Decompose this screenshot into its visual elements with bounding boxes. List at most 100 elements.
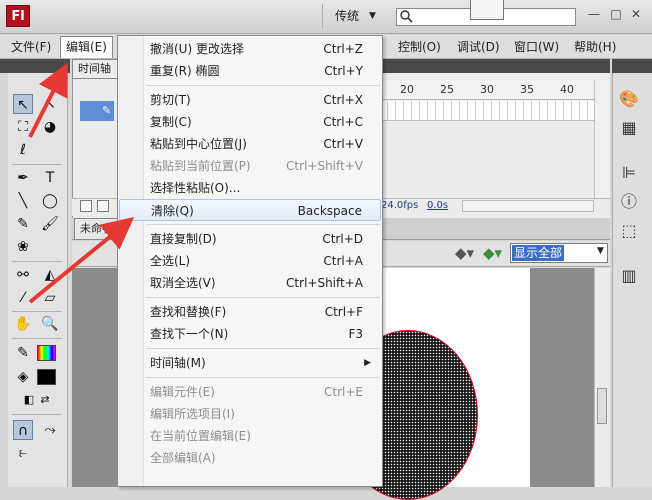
menu-item-label: 清除(Q) — [151, 204, 194, 218]
menu-item-label: 直接复制(D) — [150, 232, 217, 246]
fill-color-icon[interactable]: ◈ — [13, 367, 33, 387]
menu-item-label: 选择性粘贴(O)... — [150, 181, 241, 195]
menu-item[interactable]: 重复(R) 椭圆 Ctrl+Y — [119, 60, 381, 82]
menu-window[interactable]: 窗口(W) — [509, 37, 564, 57]
pencil-tool-icon[interactable]: ✎ — [13, 214, 33, 234]
menu-separator — [146, 224, 380, 225]
3d-rotation-tool-icon[interactable]: ◕ — [40, 117, 60, 137]
align-icon[interactable]: ⊫ — [618, 162, 640, 184]
right-panel-header — [612, 59, 652, 73]
text-tool-icon[interactable]: T — [40, 168, 60, 188]
info-icon[interactable]: ⓘ — [618, 191, 640, 213]
menu-item[interactable]: 清除(Q) Backspace — [119, 199, 381, 221]
edit-symbols-icon[interactable]: ◆▾ — [455, 244, 474, 262]
menu-file[interactable]: 文件(F) — [6, 37, 56, 57]
new-layer-icon[interactable] — [80, 200, 92, 212]
menu-separator — [146, 348, 380, 349]
timeline-tick: 35 — [520, 83, 534, 96]
menu-item[interactable]: 复制(C) Ctrl+C — [119, 111, 381, 133]
stroke-color-swatch[interactable] — [37, 345, 56, 361]
bone-tool-icon[interactable]: ⚯ — [13, 265, 33, 285]
menu-item: 粘贴到当前位置(P) Ctrl+Shift+V — [119, 155, 381, 177]
stroke-color-icon[interactable]: ✎ — [13, 343, 33, 363]
transform-icon[interactable]: ⬚ — [618, 220, 640, 242]
tools-panel-header — [0, 59, 70, 73]
straighten-icon[interactable]: ⥼ — [13, 443, 33, 463]
menu-item-label: 粘贴到当前位置(P) — [150, 159, 251, 173]
workspace-switcher[interactable]: 传统 ▼ — [322, 4, 382, 28]
paint-bucket-tool-icon[interactable]: ◭ — [40, 265, 60, 285]
color-palette-icon[interactable]: 🎨 — [618, 88, 640, 110]
menu-item[interactable]: 全选(L) Ctrl+A — [119, 250, 381, 272]
menu-item-label: 重复(R) 椭圆 — [150, 64, 220, 78]
menu-item: 编辑元件(E) Ctrl+E — [119, 381, 381, 403]
menu-item-label: 时间轴(M) — [150, 356, 206, 370]
zoom-tool-icon[interactable]: 🔍 — [40, 314, 60, 334]
menu-item[interactable]: 查找下一个(N) F3 — [119, 323, 381, 345]
tools-divider — [12, 311, 62, 312]
menu-item-shortcut: Ctrl+A — [323, 254, 363, 268]
menu-item: 在当前位置编辑(E) — [119, 425, 381, 447]
line-tool-icon[interactable]: ╲ — [13, 191, 33, 211]
swatches-grid-icon[interactable]: ▦ — [618, 117, 640, 139]
bridge-icon[interactable] — [470, 0, 504, 20]
pen-tool-icon[interactable]: ✒ — [13, 168, 33, 188]
menu-item[interactable]: 取消全选(V) Ctrl+Shift+A — [119, 272, 381, 294]
timeline-ruler: 20 25 30 35 40 — [380, 80, 594, 100]
menu-item-label: 粘贴到中心位置(J) — [150, 137, 247, 151]
menu-item-shortcut: Ctrl+D — [322, 232, 363, 246]
menu-item-shortcut: Ctrl+Y — [324, 64, 363, 78]
hand-tool-icon[interactable]: ✋ — [13, 314, 33, 334]
menu-control[interactable]: 控制(O) — [393, 37, 446, 57]
fps-readout[interactable]: 24.0fps — [381, 200, 418, 211]
flash-logo: Fl — [6, 5, 30, 27]
menu-item[interactable]: 剪切(T) Ctrl+X — [119, 89, 381, 111]
menu-item[interactable]: 选择性粘贴(O)... — [119, 177, 381, 199]
timeline-frames[interactable] — [380, 101, 594, 121]
edit-scene-icon[interactable]: ◆▾ — [483, 244, 502, 262]
elapsed-time-readout[interactable]: 0.0s — [427, 200, 448, 211]
stage-scrollbar[interactable] — [594, 268, 610, 487]
menu-item-label: 在当前位置编辑(E) — [150, 429, 251, 443]
maximize-button[interactable]: □ — [608, 6, 624, 22]
eyedropper-tool-icon[interactable]: ⁄ — [13, 288, 33, 308]
smooth-icon[interactable]: ⤳ — [40, 420, 60, 440]
new-folder-icon[interactable] — [97, 200, 109, 212]
timeline-h-scrollbar[interactable] — [462, 200, 594, 212]
snap-to-objects-icon[interactable]: ∩ — [13, 420, 33, 440]
eraser-tool-icon[interactable]: ▱ — [40, 288, 60, 308]
swap-colors-icon[interactable]: ⇄ — [35, 390, 55, 410]
menu-edit[interactable]: 编辑(E) — [60, 36, 113, 58]
brush-tool-icon[interactable]: 🖌 — [40, 214, 60, 234]
menu-help[interactable]: 帮助(H) — [569, 37, 621, 57]
close-button[interactable]: ✕ — [628, 6, 644, 22]
menu-item[interactable]: 粘贴到中心位置(J) Ctrl+V — [119, 133, 381, 155]
menu-item-label: 查找和替换(F) — [150, 305, 227, 319]
layer-row[interactable]: ✎ — [80, 101, 114, 121]
stage-scrollbar-thumb[interactable] — [597, 388, 607, 424]
menu-item-label: 编辑元件(E) — [150, 385, 215, 399]
menu-debug[interactable]: 调试(D) — [452, 37, 505, 57]
timeline-scrollbar[interactable] — [594, 80, 610, 200]
menu-item-shortcut: F3 — [348, 327, 363, 341]
minimize-button[interactable]: — — [586, 6, 602, 22]
menu-item: 编辑所选项目(I) — [119, 403, 381, 425]
deco-tool-icon[interactable]: ❀ — [13, 237, 33, 257]
menu-item[interactable]: 直接复制(D) Ctrl+D — [119, 228, 381, 250]
oval-tool-icon[interactable]: ◯ — [40, 191, 60, 211]
menu-item[interactable]: 时间轴(M) ▶ — [119, 352, 381, 374]
fill-color-swatch[interactable] — [37, 369, 56, 385]
lasso-tool-icon[interactable]: ℓ — [13, 140, 33, 160]
tab-timeline[interactable]: 时间轴 — [72, 59, 120, 79]
free-transform-tool-icon[interactable]: ⛶ — [13, 117, 33, 137]
selection-tool-icon[interactable]: ↖ — [13, 94, 33, 114]
subselection-tool-icon[interactable]: ↖ — [40, 94, 60, 114]
zoom-select[interactable]: 显示全部 ▼ — [510, 243, 608, 263]
tools-divider — [12, 338, 62, 339]
menu-item[interactable]: 撤消(U) 更改选择 Ctrl+Z — [119, 38, 381, 60]
menu-item: 全部编辑(A) — [119, 447, 381, 469]
menu-item[interactable]: 查找和替换(F) Ctrl+F — [119, 301, 381, 323]
library-icon[interactable]: ▥ — [618, 265, 640, 287]
menu-item-label: 复制(C) — [150, 115, 192, 129]
menu-item-shortcut: Ctrl+Shift+A — [286, 276, 363, 290]
